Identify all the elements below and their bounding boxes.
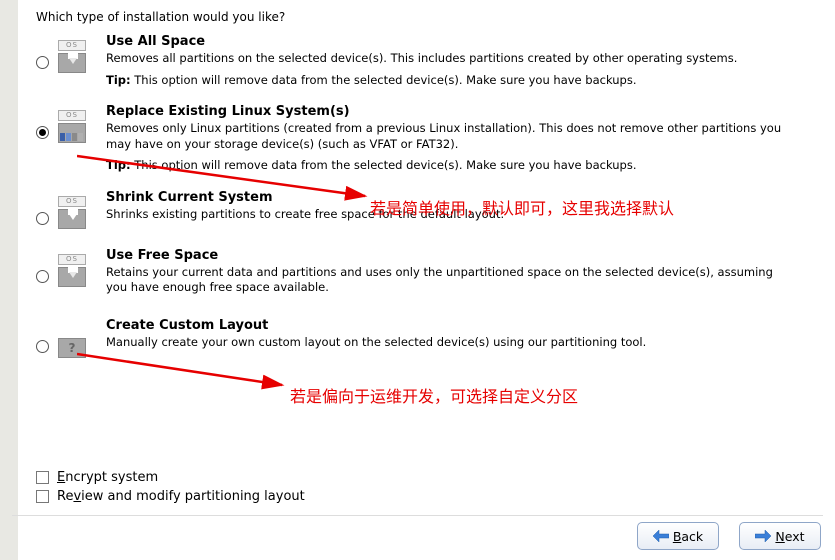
option-desc: Retains your current data and partitions… (106, 265, 796, 296)
radio-replace-existing[interactable] (36, 126, 49, 139)
back-label: Back (673, 529, 703, 544)
disk-icon: OS (58, 40, 88, 76)
option-use-free-space[interactable]: OS Use Free Space Retains your current d… (36, 248, 796, 302)
option-title: Use All Space (106, 34, 796, 49)
annotation-text: 若是简单使用，默认即可，这里我选择默认 (370, 195, 674, 219)
page-title: Which type of installation would you lik… (36, 10, 817, 24)
checkbox-icon[interactable] (36, 490, 49, 503)
annotation-text: 若是偏向于运维开发，可选择自定义分区 (290, 383, 578, 407)
disk-icon: ? (58, 338, 88, 374)
option-create-custom[interactable]: ? Create Custom Layout Manually create y… (36, 318, 796, 374)
next-button[interactable]: Next (739, 522, 821, 550)
option-tip: Tip: This option will remove data from t… (106, 158, 796, 174)
next-label: Next (775, 529, 804, 544)
disk-icon: OS (58, 254, 88, 290)
option-title: Create Custom Layout (106, 318, 796, 333)
disk-icon: OS (58, 110, 88, 146)
radio-use-all-space[interactable] (36, 56, 49, 69)
back-button[interactable]: Back (637, 522, 719, 550)
disk-icon: OS (58, 196, 88, 232)
left-sidebar (0, 0, 18, 560)
radio-use-free-space[interactable] (36, 270, 49, 283)
option-desc: Removes only Linux partitions (created f… (106, 121, 796, 152)
checkbox-label: Review and modify partitioning layout (57, 489, 305, 504)
separator (12, 515, 823, 516)
checkbox-label: Encrypt system (57, 470, 158, 485)
option-replace-existing[interactable]: OS Replace Existing Linux System(s) Remo… (36, 104, 796, 174)
radio-create-custom[interactable] (36, 340, 49, 353)
option-use-all-space[interactable]: OS Use All Space Removes all partitions … (36, 34, 796, 88)
radio-shrink-current[interactable] (36, 212, 49, 225)
option-title: Replace Existing Linux System(s) (106, 104, 796, 119)
option-tip: Tip: This option will remove data from t… (106, 73, 796, 89)
checkbox-icon[interactable] (36, 471, 49, 484)
arrow-right-icon (755, 530, 771, 542)
option-title: Use Free Space (106, 248, 796, 263)
option-desc: Removes all partitions on the selected d… (106, 51, 796, 67)
option-desc: Manually create your own custom layout o… (106, 335, 796, 351)
checkbox-review-modify[interactable]: Review and modify partitioning layout (36, 489, 305, 504)
arrow-left-icon (653, 530, 669, 542)
checkbox-encrypt-system[interactable]: Encrypt system (36, 470, 305, 485)
